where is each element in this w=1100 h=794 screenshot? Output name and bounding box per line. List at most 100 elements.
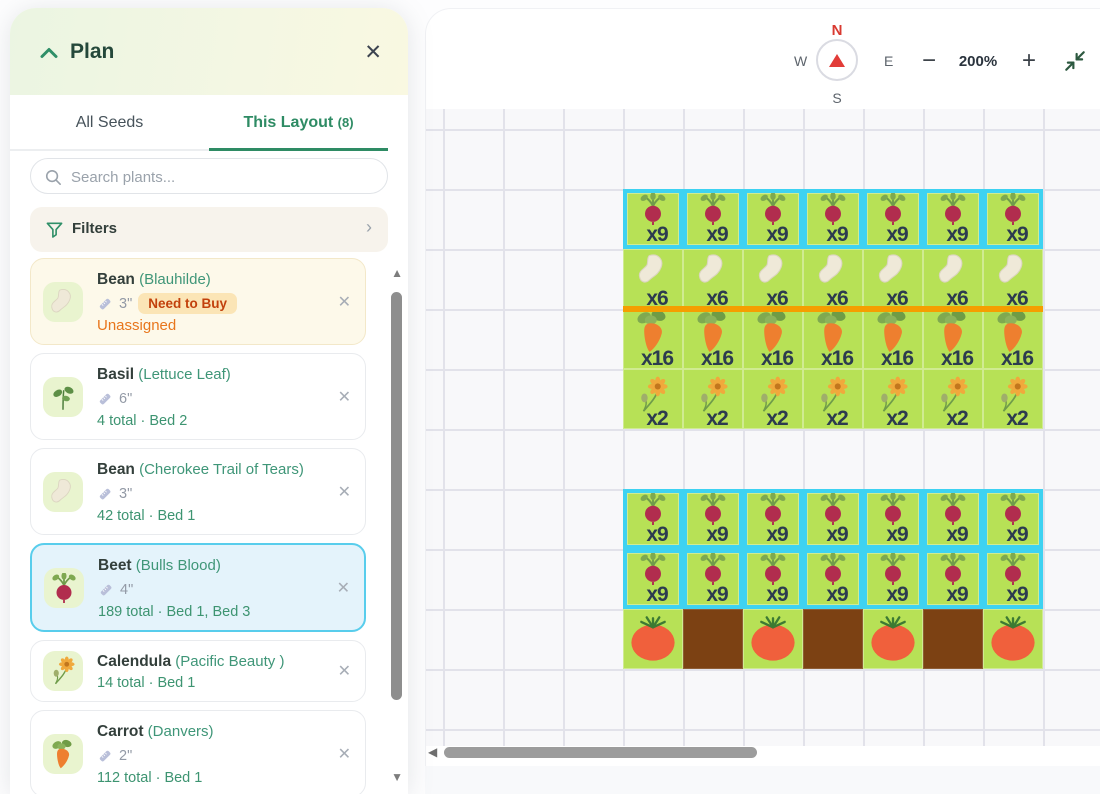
- tile-count: x6: [923, 287, 983, 311]
- planting-tile-beet[interactable]: x9: [983, 549, 1043, 609]
- tile-count: x2: [923, 407, 983, 431]
- beet-icon: [817, 493, 849, 525]
- plant-card[interactable]: Basil (Lettuce Leaf)6"4 total · Bed 2✕: [30, 353, 366, 440]
- planting-tile-calendula[interactable]: x2: [803, 369, 863, 429]
- planting-tile-tomato[interactable]: [983, 609, 1043, 669]
- planting-tile-beet[interactable]: x9: [923, 189, 983, 249]
- plant-card[interactable]: Bean (Cherokee Trail of Tears)3"42 total…: [30, 448, 366, 535]
- sidebar-scroll-thumb[interactable]: [391, 292, 402, 700]
- planting-tile-beet[interactable]: x9: [683, 189, 743, 249]
- planting-tile-bean[interactable]: x6: [683, 249, 743, 309]
- hscroll-thumb[interactable]: [444, 747, 757, 758]
- planting-tile-carrot[interactable]: x16: [683, 309, 743, 369]
- planting-tile-tomato[interactable]: [743, 609, 803, 669]
- planting-tile-beet[interactable]: x9: [743, 549, 803, 609]
- planting-tile-beet[interactable]: x9: [803, 189, 863, 249]
- planting-tile-calendula[interactable]: x2: [863, 369, 923, 429]
- soil-tile[interactable]: [923, 609, 983, 669]
- plant-row: x9x9x9x9x9x9x9: [623, 489, 1043, 549]
- bean-icon: [815, 251, 851, 289]
- planting-tile-beet[interactable]: x9: [623, 489, 683, 549]
- planting-tile-beet[interactable]: x9: [743, 489, 803, 549]
- beet-icon: [937, 493, 969, 525]
- planting-tile-bean[interactable]: x6: [803, 249, 863, 309]
- zoom-out-button[interactable]: −: [913, 45, 945, 77]
- planting-tile-beet[interactable]: x9: [683, 549, 743, 609]
- planting-tile-beet[interactable]: x9: [743, 189, 803, 249]
- planting-tile-calendula[interactable]: x2: [743, 369, 803, 429]
- planting-tile-carrot[interactable]: x16: [863, 309, 923, 369]
- compass-east-label: E: [884, 53, 893, 69]
- hscroll-left-button[interactable]: ◀: [428, 745, 437, 759]
- plant-variety: (Cherokee Trail of Tears): [135, 461, 304, 478]
- chevron-right-icon: ›: [366, 217, 372, 238]
- remove-plant-button[interactable]: ✕: [338, 661, 351, 681]
- bean-icon: [48, 287, 78, 317]
- planting-tile-carrot[interactable]: x16: [923, 309, 983, 369]
- planting-tile-carrot[interactable]: x16: [983, 309, 1043, 369]
- beet-icon: [49, 573, 79, 603]
- tile-count: x2: [803, 407, 863, 431]
- collapse-view-button[interactable]: [1062, 49, 1088, 75]
- close-panel-button[interactable]: ✕: [364, 40, 382, 65]
- remove-plant-button[interactable]: ✕: [338, 292, 351, 312]
- compass: N W E S: [766, 9, 916, 109]
- remove-plant-button[interactable]: ✕: [338, 482, 351, 502]
- planting-tile-beet[interactable]: x9: [803, 549, 863, 609]
- planting-tile-calendula[interactable]: x2: [683, 369, 743, 429]
- planting-tile-beet[interactable]: x9: [983, 189, 1043, 249]
- planting-tile-beet[interactable]: x9: [623, 549, 683, 609]
- tab-this-layout[interactable]: This Layout (8): [209, 95, 388, 151]
- scroll-up-button[interactable]: ▲: [391, 266, 403, 280]
- filters-button[interactable]: Filters ›: [30, 207, 388, 252]
- tile-count: x9: [867, 523, 919, 547]
- plant-card[interactable]: Calendula (Pacific Beauty )14 total · Be…: [30, 640, 366, 702]
- zoom-in-button[interactable]: +: [1013, 45, 1045, 77]
- planting-tile-beet[interactable]: x9: [623, 189, 683, 249]
- planting-tile-beet[interactable]: x9: [983, 489, 1043, 549]
- planting-tile-tomato[interactable]: [863, 609, 923, 669]
- beet-icon: [877, 193, 909, 225]
- search-input[interactable]: [69, 161, 373, 193]
- tile-count: x9: [807, 583, 859, 607]
- planting-tile-bean[interactable]: x6: [923, 249, 983, 309]
- planting-tile-carrot[interactable]: x16: [623, 309, 683, 369]
- planting-tile-bean[interactable]: x6: [743, 249, 803, 309]
- search-box: [30, 158, 388, 194]
- planting-tile-beet[interactable]: x9: [923, 549, 983, 609]
- planting-tile-bean[interactable]: x6: [863, 249, 923, 309]
- plant-card[interactable]: Carrot (Danvers)2"112 total · Bed 1✕: [30, 710, 366, 794]
- planting-tile-beet[interactable]: x9: [683, 489, 743, 549]
- bean-icon: [48, 477, 78, 507]
- planting-tile-carrot[interactable]: x16: [803, 309, 863, 369]
- garden-grid[interactable]: x9x9x9x9x9x9x9x6x6x6x6x6x6x6x16x16x16x16…: [426, 109, 1100, 746]
- planting-tile-calendula[interactable]: x2: [623, 369, 683, 429]
- scroll-down-button[interactable]: ▼: [391, 770, 403, 784]
- tile-count: x16: [983, 347, 1043, 371]
- tab-all-seeds[interactable]: All Seeds: [10, 95, 209, 151]
- planting-tile-beet[interactable]: x9: [863, 549, 923, 609]
- plant-card[interactable]: Beet (Bulls Blood)4"189 total · Bed 1, B…: [30, 543, 366, 632]
- remove-plant-button[interactable]: ✕: [337, 578, 350, 598]
- remove-plant-button[interactable]: ✕: [338, 387, 351, 407]
- collapse-panel-button[interactable]: [38, 44, 60, 62]
- tile-count: x9: [627, 523, 679, 547]
- plant-name: Carrot: [97, 723, 144, 740]
- panel-title: Plan: [70, 40, 114, 64]
- planting-tile-beet[interactable]: x9: [863, 489, 923, 549]
- plant-card[interactable]: Bean (Blauhilde)3"Need to BuyUnassigned✕: [30, 258, 366, 345]
- planting-tile-tomato[interactable]: [623, 609, 683, 669]
- filters-label: Filters: [72, 220, 117, 237]
- remove-plant-button[interactable]: ✕: [338, 744, 351, 764]
- planting-tile-beet[interactable]: x9: [923, 489, 983, 549]
- soil-tile[interactable]: [683, 609, 743, 669]
- planting-tile-carrot[interactable]: x16: [743, 309, 803, 369]
- planting-tile-calendula[interactable]: x2: [923, 369, 983, 429]
- planting-tile-bean[interactable]: x6: [623, 249, 683, 309]
- planting-tile-beet[interactable]: x9: [863, 189, 923, 249]
- plant-status: Unassigned: [97, 316, 335, 336]
- planting-tile-beet[interactable]: x9: [803, 489, 863, 549]
- planting-tile-bean[interactable]: x6: [983, 249, 1043, 309]
- soil-tile[interactable]: [803, 609, 863, 669]
- planting-tile-calendula[interactable]: x2: [983, 369, 1043, 429]
